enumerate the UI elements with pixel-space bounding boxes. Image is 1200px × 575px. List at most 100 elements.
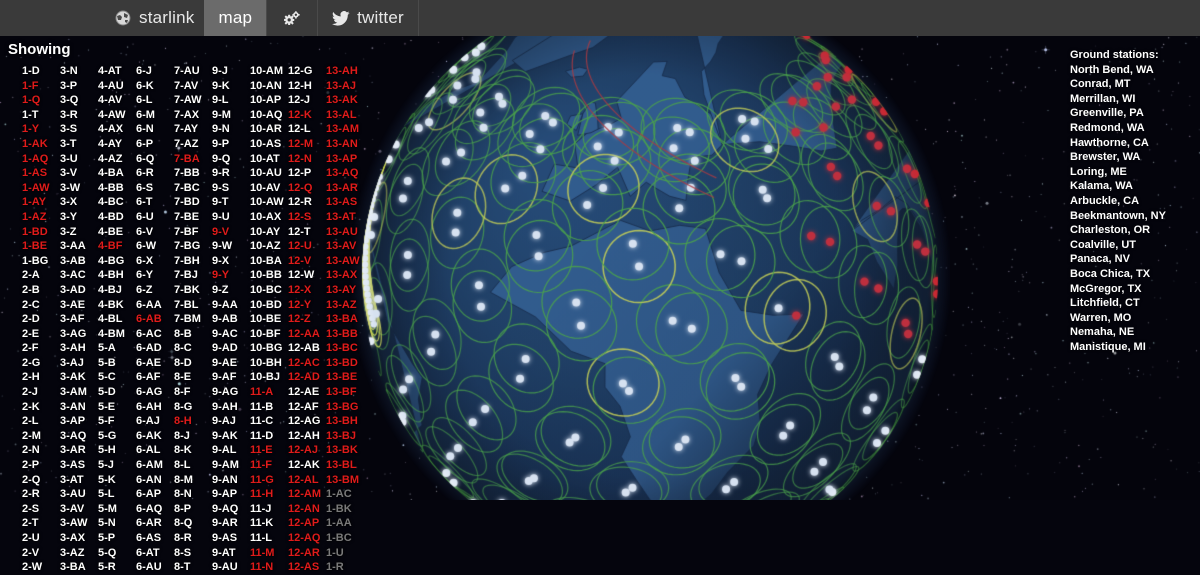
satellite-id[interactable]: 6-J	[136, 64, 174, 79]
satellite-id[interactable]: 4-BJ	[98, 283, 136, 298]
satellite-id[interactable]: 12-AA	[288, 327, 326, 342]
satellite-id[interactable]: 9-AN	[212, 473, 250, 488]
satellite-id[interactable]: 5-A	[98, 341, 136, 356]
satellite-id[interactable]: 10-AN	[250, 79, 288, 94]
satellite-id[interactable]: 6-X	[136, 254, 174, 269]
satellite-id[interactable]: 12-AH	[288, 429, 326, 444]
satellite-id[interactable]: 9-AJ	[212, 414, 250, 429]
satellite-id[interactable]: 9-AK	[212, 429, 250, 444]
satellite-id[interactable]: 12-W	[288, 268, 326, 283]
satellite-id[interactable]: 7-AW	[174, 93, 212, 108]
satellite-id[interactable]: 6-AT	[136, 546, 174, 561]
satellite-id[interactable]: 8-T	[174, 560, 212, 575]
satellite-id[interactable]: 6-AR	[136, 516, 174, 531]
satellite-id[interactable]: 1-Y	[22, 122, 60, 137]
satellite-id[interactable]: 9-AU	[212, 560, 250, 575]
satellite-id[interactable]: 3-AR	[60, 443, 98, 458]
satellite-id[interactable]: 9-AC	[212, 327, 250, 342]
satellite-id[interactable]: 5-K	[98, 473, 136, 488]
satellite-id[interactable]: 11-L	[250, 531, 288, 546]
satellite-id[interactable]: 3-T	[60, 137, 98, 152]
ground-station-item[interactable]: Redmond, WA	[1070, 121, 1190, 136]
satellite-id[interactable]: 7-BK	[174, 283, 212, 298]
satellite-id[interactable]: 11-E	[250, 443, 288, 458]
satellite-id[interactable]: 12-AQ	[288, 531, 326, 546]
satellite-id[interactable]: 9-L	[212, 93, 250, 108]
satellite-id[interactable]: 3-S	[60, 122, 98, 137]
satellite-id[interactable]: 13-BA	[326, 312, 364, 327]
satellite-id[interactable]: 9-W	[212, 239, 250, 254]
satellite-id[interactable]: 5-Q	[98, 546, 136, 561]
ground-station-item[interactable]: Litchfield, CT	[1070, 296, 1190, 311]
satellite-id[interactable]: 11-D	[250, 429, 288, 444]
satellite-id[interactable]: 4-AU	[98, 79, 136, 94]
satellite-id[interactable]: 9-V	[212, 225, 250, 240]
satellite-id[interactable]: 4-BA	[98, 166, 136, 181]
satellite-id[interactable]: 12-P	[288, 166, 326, 181]
satellite-id[interactable]: 13-AL	[326, 108, 364, 123]
satellite-id[interactable]: 8-H	[174, 414, 212, 429]
satellite-id[interactable]: 4-BH	[98, 268, 136, 283]
satellite-id[interactable]: 7-BC	[174, 181, 212, 196]
satellite-id[interactable]: 8-P	[174, 502, 212, 517]
tab-twitter[interactable]: twitter	[318, 0, 419, 36]
satellite-id[interactable]: 8-E	[174, 370, 212, 385]
satellite-id[interactable]: 9-P	[212, 137, 250, 152]
satellite-id[interactable]: 9-X	[212, 254, 250, 269]
satellite-id[interactable]: 9-Q	[212, 152, 250, 167]
satellite-id[interactable]: 2-Q	[22, 473, 60, 488]
satellite-id[interactable]: 13-BD	[326, 356, 364, 371]
satellite-id[interactable]: 1-BC	[326, 531, 364, 546]
satellite-id[interactable]: 13-AV	[326, 239, 364, 254]
satellite-id[interactable]: 2-B	[22, 283, 60, 298]
satellite-id[interactable]: 6-AH	[136, 400, 174, 415]
ground-station-item[interactable]: Panaca, NV	[1070, 252, 1190, 267]
satellite-id[interactable]: 6-AN	[136, 473, 174, 488]
satellite-id[interactable]: 2-W	[22, 560, 60, 575]
satellite-id[interactable]: 5-G	[98, 429, 136, 444]
satellite-id[interactable]: 3-Q	[60, 93, 98, 108]
satellite-id[interactable]: 3-P	[60, 79, 98, 94]
satellite-id[interactable]: 4-BF	[98, 239, 136, 254]
satellite-id[interactable]: 3-AX	[60, 531, 98, 546]
satellite-id[interactable]: 5-B	[98, 356, 136, 371]
satellite-id[interactable]: 12-Z	[288, 312, 326, 327]
satellite-id[interactable]: 10-BD	[250, 298, 288, 313]
satellite-id[interactable]: 7-BE	[174, 210, 212, 225]
satellite-id[interactable]: 10-AZ	[250, 239, 288, 254]
ground-station-item[interactable]: Brewster, WA	[1070, 150, 1190, 165]
satellite-id[interactable]: 3-AQ	[60, 429, 98, 444]
satellite-id[interactable]: 12-AK	[288, 458, 326, 473]
satellite-id[interactable]: 11-F	[250, 458, 288, 473]
satellite-id[interactable]: 13-BH	[326, 414, 364, 429]
satellite-id[interactable]: 9-U	[212, 210, 250, 225]
ground-station-item[interactable]: Conrad, MT	[1070, 77, 1190, 92]
satellite-id[interactable]: 12-X	[288, 283, 326, 298]
satellite-id[interactable]: 9-AM	[212, 458, 250, 473]
satellite-id[interactable]: 6-Y	[136, 268, 174, 283]
satellite-id[interactable]: 13-AY	[326, 283, 364, 298]
satellite-id[interactable]: 11-C	[250, 414, 288, 429]
satellite-id[interactable]: 7-BB	[174, 166, 212, 181]
satellite-id[interactable]: 8-Q	[174, 516, 212, 531]
satellite-id[interactable]: 7-BH	[174, 254, 212, 269]
satellite-id[interactable]: 3-U	[60, 152, 98, 167]
satellite-id[interactable]: 4-BC	[98, 195, 136, 210]
satellite-id[interactable]: 12-M	[288, 137, 326, 152]
satellite-id[interactable]: 12-AN	[288, 502, 326, 517]
ground-station-item[interactable]: Loring, ME	[1070, 165, 1190, 180]
satellite-id[interactable]: 10-BG	[250, 341, 288, 356]
satellite-id[interactable]: 6-AK	[136, 429, 174, 444]
satellite-id[interactable]: 12-H	[288, 79, 326, 94]
satellite-id[interactable]: 3-AK	[60, 370, 98, 385]
satellite-id[interactable]: 6-K	[136, 79, 174, 94]
satellite-id[interactable]: 13-AQ	[326, 166, 364, 181]
satellite-id[interactable]: 2-D	[22, 312, 60, 327]
satellite-id[interactable]: 3-BA	[60, 560, 98, 575]
satellite-id[interactable]: 3-AM	[60, 385, 98, 400]
satellite-id[interactable]: 13-BL	[326, 458, 364, 473]
satellite-id[interactable]: 7-BL	[174, 298, 212, 313]
satellite-id[interactable]: 13-AR	[326, 181, 364, 196]
satellite-id[interactable]: 9-AQ	[212, 502, 250, 517]
satellite-id[interactable]: 10-AV	[250, 181, 288, 196]
